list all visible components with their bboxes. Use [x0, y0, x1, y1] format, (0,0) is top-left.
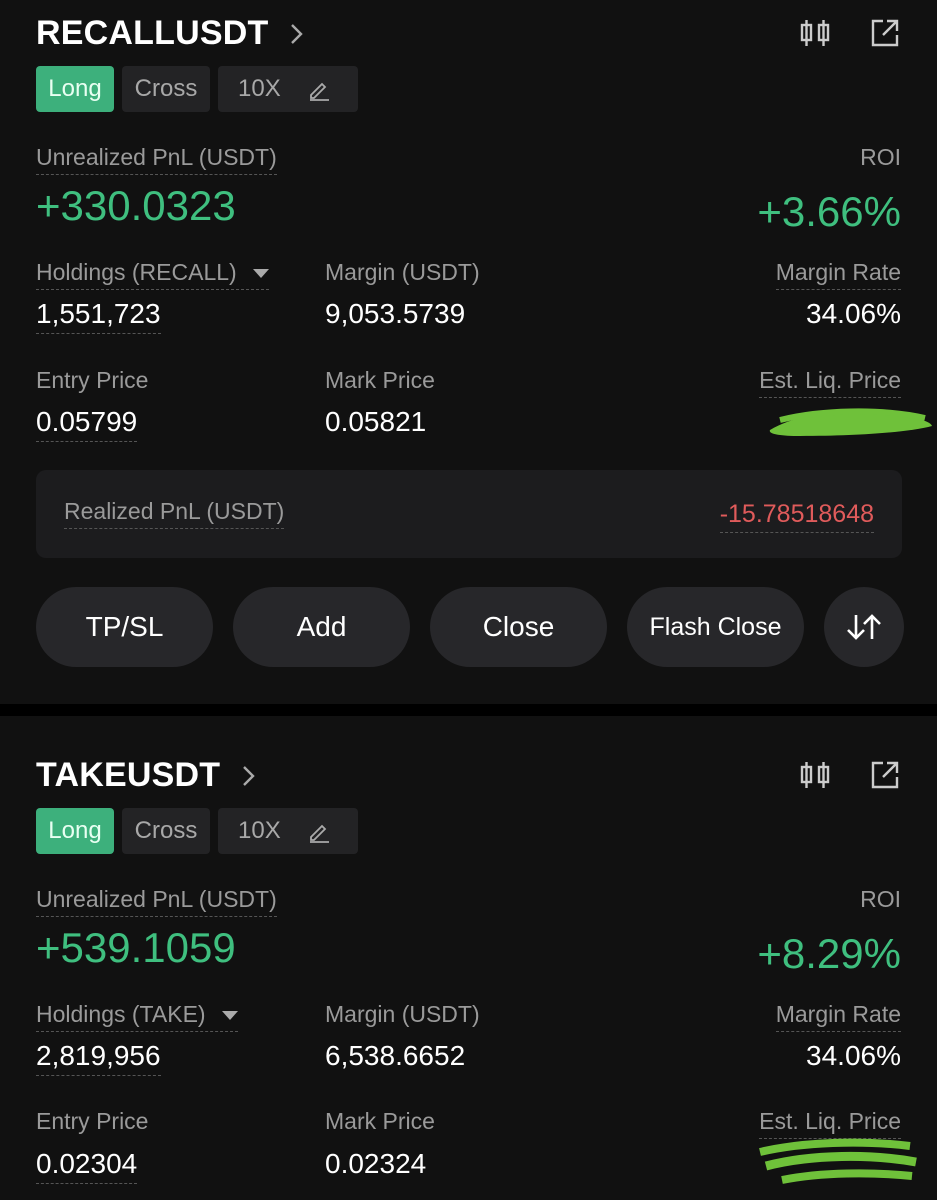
caret-down-icon [221, 1011, 238, 1021]
margin-rate-label: Margin Rate [775, 259, 901, 290]
unrealized-pnl-value: +539.1059 [36, 924, 236, 971]
roi-value: +3.66% [757, 188, 901, 235]
position-card-take: TAKEUSDT Long Cross 10X Unrealized PnL (… [0, 716, 937, 1200]
liq-price-label: Est. Liq. Price [759, 1108, 901, 1139]
tpsl-button[interactable]: TP/SL [36, 587, 213, 667]
margin-rate-value: 34.06% [806, 298, 901, 329]
holdings-label-text: Holdings (RECALL) [36, 259, 237, 285]
symbol-link[interactable]: RECALLUSDT [36, 14, 306, 53]
holdings-label[interactable]: Holdings (RECALL) [36, 259, 269, 290]
candlestick-chart-icon[interactable] [799, 759, 831, 791]
margin-mode-badge: Cross [122, 808, 210, 854]
flash-close-button[interactable]: Flash Close [627, 587, 804, 667]
symbol-title: TAKEUSDT [36, 756, 221, 794]
roi-label: ROI [860, 144, 901, 170]
side-badge: Long [36, 808, 114, 854]
leverage-button[interactable]: 10X [218, 808, 358, 854]
realized-pnl-value: -15.78518648 [719, 500, 874, 533]
margin-value: 6,538.6652 [325, 1040, 466, 1071]
redaction-scribble [769, 408, 932, 436]
edit-pencil-icon [309, 82, 329, 101]
chevron-right-icon [291, 23, 304, 44]
edit-pencil-icon [309, 824, 329, 843]
margin-mode-badge: Cross [122, 66, 210, 112]
close-button[interactable]: Close [430, 587, 607, 667]
mark-price-label: Mark Price [325, 1108, 435, 1134]
symbol-link[interactable]: TAKEUSDT [36, 756, 258, 795]
position-card-recall: RECALLUSDT Long Cross 10X Unrealized PnL… [0, 0, 937, 704]
holdings-label[interactable]: Holdings (TAKE) [36, 1001, 238, 1032]
entry-price-value: 0.05799 [36, 406, 138, 442]
leverage-value: 10X [238, 75, 281, 102]
margin-rate-value: 34.06% [806, 1040, 901, 1071]
holdings-value: 1,551,723 [36, 298, 161, 334]
external-link-icon[interactable] [869, 17, 901, 49]
candlestick-chart-icon[interactable] [799, 17, 831, 49]
unrealized-pnl-label: Unrealized PnL (USDT) [36, 144, 277, 175]
add-button[interactable]: Add [233, 587, 410, 667]
chevron-right-icon [243, 765, 255, 786]
side-badge: Long [36, 66, 114, 112]
unrealized-pnl-value: +330.0323 [36, 182, 236, 229]
margin-label: Margin (USDT) [325, 1001, 480, 1027]
margin-value: 9,053.5739 [325, 298, 466, 329]
external-link-icon[interactable] [869, 759, 901, 791]
swap-arrows-icon [847, 614, 881, 640]
swap-arrows-button[interactable] [824, 587, 904, 667]
roi-value: +8.29% [757, 930, 901, 977]
entry-price-label: Entry Price [36, 367, 149, 393]
leverage-value: 10X [238, 817, 281, 844]
holdings-label-text: Holdings (TAKE) [36, 1001, 206, 1027]
margin-rate-label: Margin Rate [775, 1001, 901, 1032]
liq-price-label: Est. Liq. Price [759, 367, 901, 398]
entry-price-value: 0.02304 [36, 1148, 138, 1184]
mark-price-label: Mark Price [325, 367, 435, 393]
symbol-title: RECALLUSDT [36, 14, 269, 52]
entry-price-label: Entry Price [36, 1108, 149, 1134]
margin-label: Margin (USDT) [325, 259, 480, 285]
realized-pnl-panel: Realized PnL (USDT) -15.78518648 [36, 470, 902, 558]
realized-pnl-label: Realized PnL (USDT) [64, 498, 285, 529]
redaction-scribble [759, 1138, 917, 1184]
roi-label: ROI [860, 886, 901, 912]
mark-price-value: 0.05821 [325, 406, 427, 437]
caret-down-icon [252, 269, 269, 279]
holdings-value: 2,819,956 [36, 1040, 161, 1076]
mark-price-value: 0.02324 [325, 1148, 427, 1179]
unrealized-pnl-label: Unrealized PnL (USDT) [36, 886, 277, 917]
leverage-button[interactable]: 10X [218, 66, 358, 112]
